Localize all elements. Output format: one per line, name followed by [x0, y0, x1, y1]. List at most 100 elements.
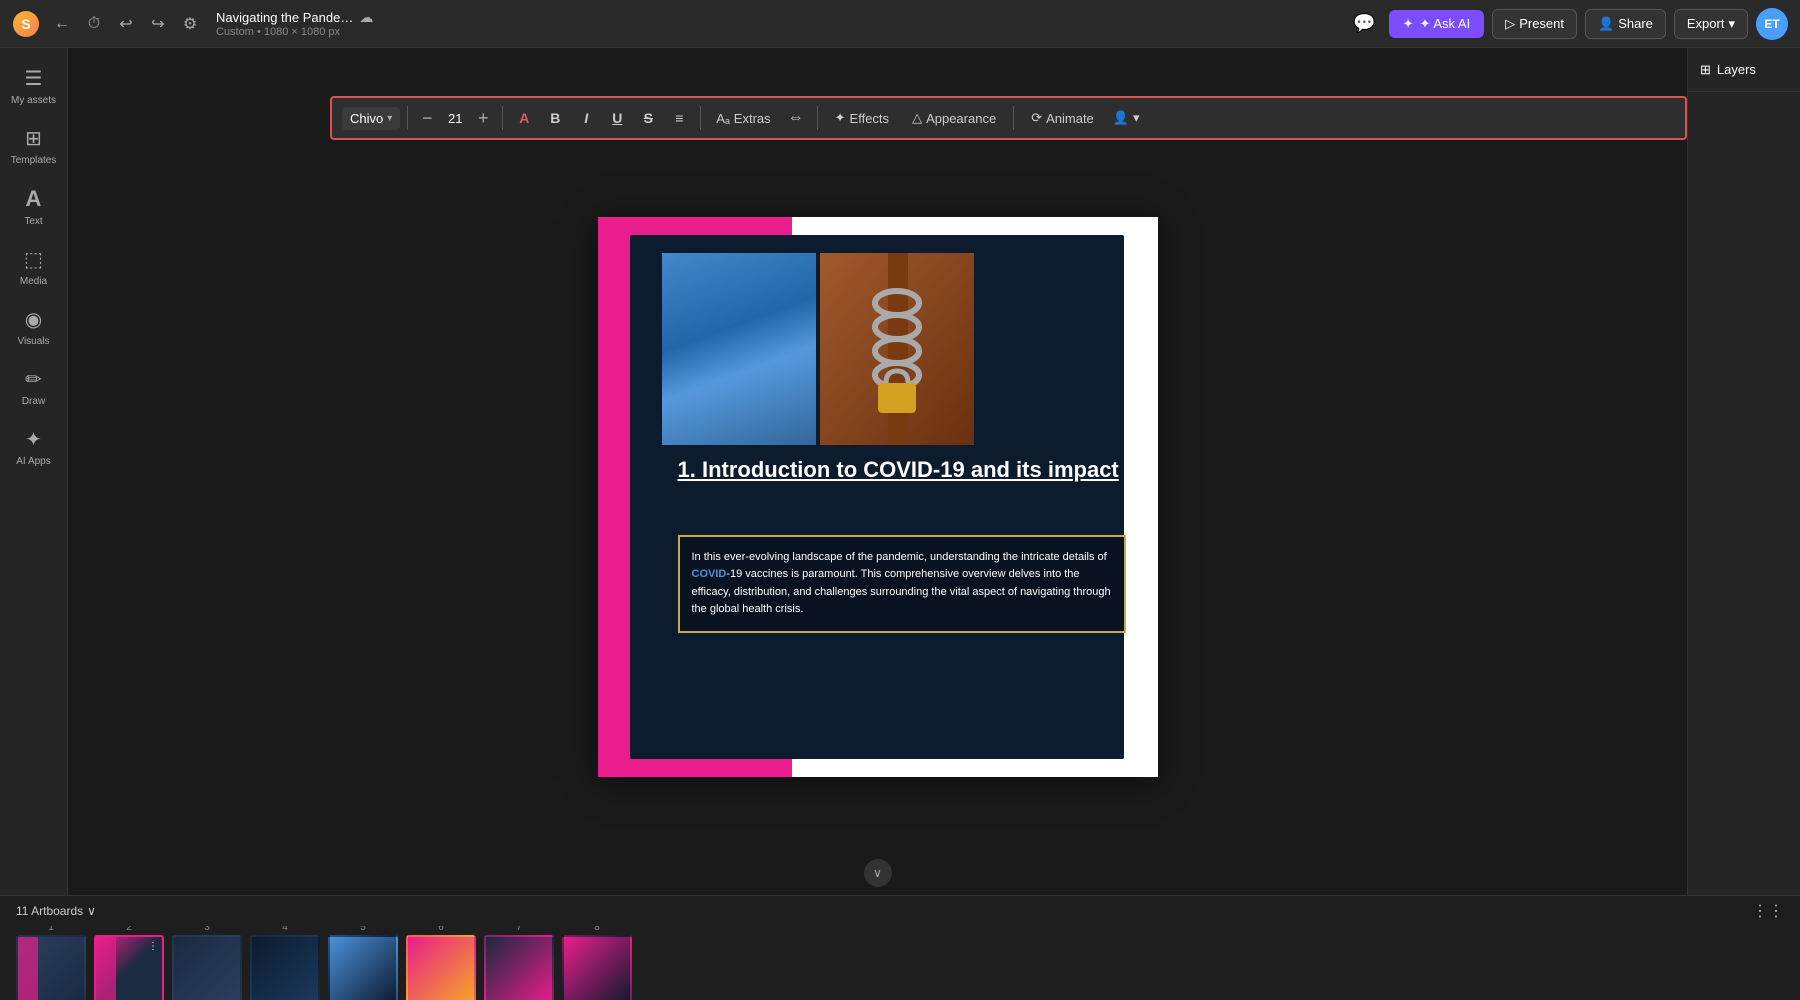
font-color-button[interactable]: A — [510, 104, 538, 132]
thumb-pink-bar-1 — [18, 937, 38, 1000]
filmstrip-item-7[interactable]: 7 — [484, 926, 554, 1000]
sidebar-item-templates[interactable]: ⊞ Templates — [4, 116, 64, 176]
collapse-button[interactable]: ∨ — [864, 859, 892, 887]
filmstrip-item-2[interactable]: 2 ⋮ — [94, 926, 164, 1000]
appearance-label: Appearance — [926, 111, 996, 126]
export-button[interactable]: Export ▾ — [1674, 9, 1748, 39]
text-icon: A — [26, 186, 42, 212]
filmstrip-item-1[interactable]: 1 — [16, 926, 86, 1000]
italic-button[interactable]: I — [572, 104, 600, 132]
chain-lock-image[interactable] — [820, 253, 974, 445]
decrease-size-button[interactable]: − — [415, 106, 439, 130]
layers-label: Layers — [1717, 62, 1756, 77]
sidebar-templates-label: Templates — [11, 155, 57, 166]
present-button[interactable]: ▷ Present — [1492, 9, 1577, 39]
sidebar-item-text[interactable]: A Text — [4, 176, 64, 237]
document-title: Navigating the Pande… ☁ — [216, 9, 373, 26]
avatar[interactable]: ET — [1756, 8, 1788, 40]
sidebar-item-media[interactable]: ⬚ Media — [4, 237, 64, 297]
filmstrip-thumb-5[interactable] — [328, 935, 398, 1000]
top-bar-right: 💬 ✦ ✦ Ask AI ▷ Present 👤 Share Export ▾ … — [1349, 8, 1788, 40]
filmstrip-num-6: 6 — [438, 926, 444, 933]
artboard[interactable]: 1. Introduction to COVID-19 and its impa… — [598, 217, 1158, 777]
effects-button[interactable]: ✦ Effects — [825, 106, 899, 130]
font-selector[interactable]: Chivo ▾ — [342, 107, 400, 130]
collab-chevron-icon: ▾ — [1133, 110, 1140, 126]
share-button[interactable]: 👤 Share — [1585, 9, 1666, 39]
app-logo: S — [12, 10, 40, 38]
strikethrough-button[interactable]: S — [634, 104, 662, 132]
history-button[interactable]: ⏱ — [80, 10, 108, 38]
top-bar-nav: ← ⏱ ↩ ↪ ⚙ — [48, 10, 204, 38]
sidebar-item-draw[interactable]: ✏ Draw — [4, 357, 64, 417]
filmstrip-thumb-2[interactable]: ⋮ — [94, 935, 164, 1000]
filmstrip-item-4[interactable]: 4 — [250, 926, 320, 1000]
spacing-button[interactable]: ⇔ — [782, 104, 810, 132]
dark-card: 1. Introduction to COVID-19 and its impa… — [630, 235, 1124, 759]
animate-button[interactable]: ⟳ Animate — [1021, 106, 1104, 130]
filmstrip-thumb-6[interactable] — [406, 935, 476, 1000]
undo-button[interactable]: ↩ — [112, 10, 140, 38]
sidebar-item-visuals[interactable]: ◉ Visuals — [4, 297, 64, 357]
filmstrip-item-8[interactable]: 8 — [562, 926, 632, 1000]
ask-ai-button[interactable]: ✦ ✦ Ask AI — [1389, 10, 1485, 38]
bold-button[interactable]: B — [541, 104, 569, 132]
settings-button[interactable]: ⚙ — [176, 10, 204, 38]
divider-2 — [502, 106, 503, 130]
covid-people-image[interactable] — [662, 253, 816, 445]
sidebar-item-ai-apps[interactable]: ✦ AI Apps — [4, 417, 64, 477]
filmstrip-num-4: 4 — [282, 926, 288, 933]
logo-icon: S — [13, 11, 39, 37]
filmstrip-item-5[interactable]: 5 — [328, 926, 398, 1000]
divider-5 — [1013, 106, 1014, 130]
canvas-scroll[interactable]: 1. Introduction to COVID-19 and its impa… — [68, 48, 1687, 895]
filmstrip-thumb-3[interactable] — [172, 935, 242, 1000]
artboard-count: 11 Artboards ∨ — [16, 904, 96, 918]
appearance-button[interactable]: △ Appearance — [902, 106, 1006, 130]
ai-apps-icon: ✦ — [25, 427, 42, 452]
extras-button[interactable]: Aₐ Extras — [708, 107, 778, 130]
divider-1 — [407, 106, 408, 130]
document-subtitle: Custom • 1080 × 1080 px — [216, 26, 373, 38]
redo-button[interactable]: ↪ — [144, 10, 172, 38]
increase-size-button[interactable]: + — [471, 106, 495, 130]
font-chevron-icon: ▾ — [387, 113, 392, 124]
cloud-icon: ☁ — [359, 9, 373, 26]
sidebar-text-label: Text — [24, 216, 42, 227]
filmstrip-num-2: 2 — [126, 926, 132, 933]
thumb-pink-bar-2 — [96, 937, 116, 1000]
back-button[interactable]: ← — [48, 10, 76, 38]
thumb-inner-1 — [18, 937, 84, 1000]
body-text-box[interactable]: In this ever-evolving landscape of the p… — [678, 535, 1126, 633]
sidebar-item-my-assets[interactable]: ☰ My assets — [4, 56, 64, 116]
filmstrip-thumb-8[interactable] — [562, 935, 632, 1000]
filmstrip-item-6[interactable]: 6 — [406, 926, 476, 1000]
artboard-chevron-icon[interactable]: ∨ — [87, 904, 96, 918]
animate-label: Animate — [1046, 111, 1094, 126]
images-row — [662, 253, 1156, 445]
artboard-inner: 1. Introduction to COVID-19 and its impa… — [598, 217, 1158, 777]
appearance-icon: △ — [912, 110, 922, 126]
sidebar-media-label: Media — [20, 276, 47, 287]
underline-button[interactable]: U — [603, 104, 631, 132]
align-button[interactable]: ≡ — [665, 104, 693, 132]
sidebar-draw-label: Draw — [22, 396, 45, 407]
comment-button[interactable]: 💬 — [1349, 8, 1381, 40]
filmstrip-item-3[interactable]: 3 — [172, 926, 242, 1000]
font-name-label: Chivo — [350, 111, 383, 126]
filmstrip-thumb-4[interactable] — [250, 935, 320, 1000]
my-assets-icon: ☰ — [25, 66, 43, 91]
collaboration-button[interactable]: 👤 ▾ — [1107, 106, 1146, 130]
export-label: Export — [1687, 16, 1725, 31]
templates-icon: ⊞ — [25, 126, 42, 151]
share-label: Share — [1618, 16, 1653, 31]
extras-label: Extras — [734, 111, 771, 126]
filmstrip-thumb-7[interactable] — [484, 935, 554, 1000]
thumb-more-icon[interactable]: ⋮ — [148, 941, 158, 952]
layers-header: ⊞ Layers — [1688, 48, 1800, 92]
grid-view-icon[interactable]: ⋮⋮ — [1752, 901, 1784, 921]
ask-ai-icon: ✦ — [1403, 16, 1414, 32]
visuals-icon: ◉ — [25, 307, 42, 332]
filmstrip-thumb-1[interactable] — [16, 935, 86, 1000]
draw-icon: ✏ — [25, 367, 42, 392]
